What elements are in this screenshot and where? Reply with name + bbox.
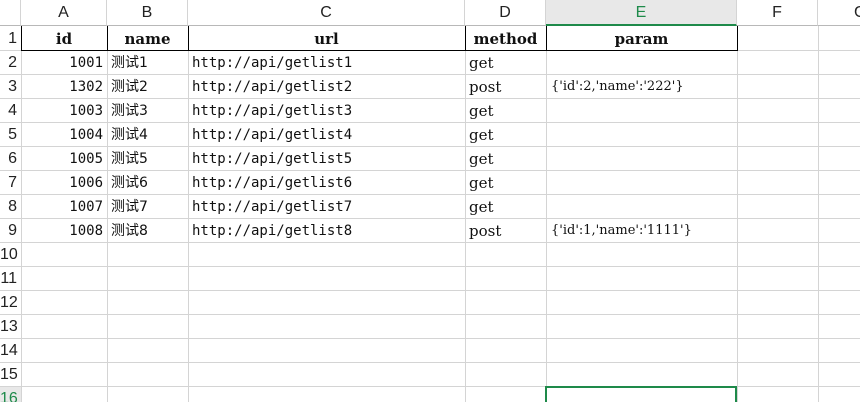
header-cell-method[interactable]: method	[465, 27, 546, 51]
cell-name[interactable]: 测试5	[107, 147, 188, 171]
spreadsheet-grid[interactable]: A B C D E F G 12345678910111213141516 id…	[0, 0, 860, 402]
cell-method[interactable]: get	[465, 171, 546, 195]
cell-method[interactable]: get	[465, 147, 546, 171]
row-header-10[interactable]: 10	[0, 243, 21, 267]
cell-name[interactable]: 测试8	[107, 219, 188, 243]
gridline-horizontal	[0, 314, 860, 315]
row-header-12[interactable]: 12	[0, 291, 21, 315]
row-header-1[interactable]: 1	[0, 27, 21, 51]
cell-id[interactable]: 1007	[21, 195, 107, 219]
header-cell-url[interactable]: url	[188, 27, 465, 51]
cell-id[interactable]: 1004	[21, 123, 107, 147]
column-header-d[interactable]: D	[465, 0, 546, 26]
cell-param[interactable]	[546, 123, 737, 147]
column-header-f[interactable]: F	[737, 0, 818, 26]
active-cell-e16[interactable]	[545, 386, 737, 402]
cell-id[interactable]: 1003	[21, 99, 107, 123]
cell-name[interactable]: 测试6	[107, 171, 188, 195]
row-header-16[interactable]: 16	[0, 387, 21, 402]
cell-param[interactable]: {'id':1,'name':'1111'}	[546, 219, 737, 243]
cell-name[interactable]: 测试3	[107, 99, 188, 123]
cell-url[interactable]: http://api/getlist1	[188, 51, 465, 75]
row-header-9[interactable]: 9	[0, 219, 21, 243]
gridline-horizontal	[0, 338, 860, 339]
column-header-g[interactable]: G	[818, 0, 860, 26]
cell-method[interactable]: get	[465, 99, 546, 123]
cell-method[interactable]: post	[465, 75, 546, 99]
row-header-11[interactable]: 11	[0, 267, 21, 291]
column-header-e[interactable]: E	[546, 0, 737, 26]
cell-url[interactable]: http://api/getlist6	[188, 171, 465, 195]
cell-name[interactable]: 测试1	[107, 51, 188, 75]
gridline-horizontal	[0, 290, 860, 291]
cell-url[interactable]: http://api/getlist4	[188, 123, 465, 147]
cell-method[interactable]: get	[465, 51, 546, 75]
row-header-8[interactable]: 8	[0, 195, 21, 219]
cell-id[interactable]: 1006	[21, 171, 107, 195]
row-header-7[interactable]: 7	[0, 171, 21, 195]
cell-id[interactable]: 1302	[21, 75, 107, 99]
row-header-3[interactable]: 3	[0, 75, 21, 99]
row-header-5[interactable]: 5	[0, 123, 21, 147]
header-cell-name[interactable]: name	[107, 27, 188, 51]
cell-url[interactable]: http://api/getlist2	[188, 75, 465, 99]
cell-param[interactable]	[546, 147, 737, 171]
cell-method[interactable]: get	[465, 123, 546, 147]
row-header-2[interactable]: 2	[0, 51, 21, 75]
column-header-a[interactable]: A	[21, 0, 107, 26]
cell-url[interactable]: http://api/getlist3	[188, 99, 465, 123]
cell-id[interactable]: 1008	[21, 219, 107, 243]
cell-method[interactable]: post	[465, 219, 546, 243]
cell-param[interactable]	[546, 51, 737, 75]
header-cell-id[interactable]: id	[21, 27, 107, 51]
header-cell-border	[737, 26, 738, 51]
cell-name[interactable]: 测试4	[107, 123, 188, 147]
gridline-horizontal	[0, 362, 860, 363]
cell-name[interactable]: 测试2	[107, 75, 188, 99]
row-header-15[interactable]: 15	[0, 363, 21, 387]
cell-method[interactable]: get	[465, 195, 546, 219]
cell-url[interactable]: http://api/getlist5	[188, 147, 465, 171]
row-header-4[interactable]: 4	[0, 99, 21, 123]
column-header-c[interactable]: C	[188, 0, 465, 26]
select-all-corner[interactable]	[0, 0, 21, 26]
cell-param[interactable]	[546, 171, 737, 195]
header-cell-param[interactable]: param	[546, 27, 737, 51]
row-header-6[interactable]: 6	[0, 147, 21, 171]
cell-id[interactable]: 1005	[21, 147, 107, 171]
cell-param[interactable]	[546, 99, 737, 123]
row-header-14[interactable]: 14	[0, 339, 21, 363]
column-header-b[interactable]: B	[107, 0, 188, 26]
cell-param[interactable]	[546, 195, 737, 219]
gridline-vertical	[737, 26, 738, 402]
cell-id[interactable]: 1001	[21, 51, 107, 75]
cell-url[interactable]: http://api/getlist8	[188, 219, 465, 243]
gridline-vertical	[818, 26, 819, 402]
gridline-horizontal	[0, 266, 860, 267]
cell-param[interactable]: {'id':2,'name':'222'}	[546, 75, 737, 99]
cell-url[interactable]: http://api/getlist7	[188, 195, 465, 219]
row-header-13[interactable]: 13	[0, 315, 21, 339]
cell-name[interactable]: 测试7	[107, 195, 188, 219]
